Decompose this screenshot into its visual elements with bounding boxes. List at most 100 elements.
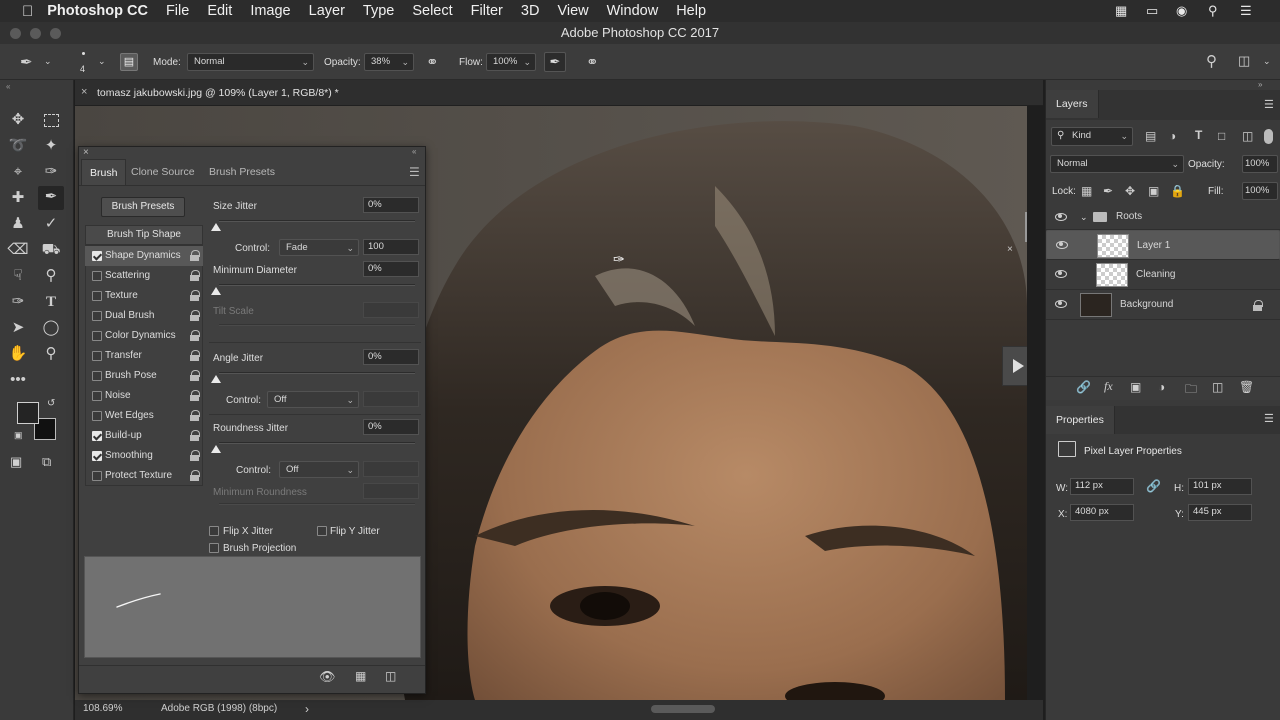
menu-view[interactable]: View <box>557 3 588 19</box>
angle-jitter-slider[interactable] <box>219 372 415 374</box>
search-icon[interactable]: ⚲ <box>1206 52 1217 70</box>
checkbox-brush-projection[interactable] <box>209 543 219 553</box>
link-layers-icon[interactable]: 🔗 <box>1076 380 1091 394</box>
lock-position-icon[interactable]: ✥ <box>1125 184 1135 198</box>
adjustment-layer-icon[interactable]: ◑ <box>1158 380 1165 394</box>
angle-jitter-input[interactable]: 0% <box>363 349 419 365</box>
quick-selection-tool-icon[interactable]: ✦ <box>40 135 62 157</box>
lock-icon[interactable] <box>190 310 200 321</box>
clone-stamp-tool-icon[interactable]: ♟ <box>7 213 29 235</box>
checkbox-noise[interactable] <box>92 391 102 401</box>
layer-filter-kind-select[interactable]: ⚲ Kind ⌄ <box>1051 127 1133 146</box>
filter-toggle-icon[interactable] <box>1264 129 1273 144</box>
option-shape-dynamics[interactable]: Shape Dynamics <box>85 246 203 266</box>
y-input[interactable]: 445 px <box>1188 504 1252 521</box>
size-jitter-input[interactable]: 0% <box>363 197 419 213</box>
collapse-icon[interactable]: « <box>6 82 10 91</box>
layer-row-background[interactable]: Background <box>1046 290 1280 320</box>
hand-tool-icon[interactable]: ✋ <box>7 343 29 365</box>
brush-tool-icon[interactable]: ✒ <box>38 186 64 210</box>
workspace-icon[interactable]: ◫ <box>1238 53 1250 69</box>
screen-record-icon[interactable]: ◉ <box>1176 3 1187 19</box>
filter-pixel-icon[interactable]: ▤ <box>1145 129 1156 143</box>
history-brush-tool-icon[interactable]: ✓ <box>40 213 62 235</box>
chevron-down-icon[interactable]: ⌄ <box>1080 204 1088 230</box>
zoom-window-button[interactable] <box>50 28 61 39</box>
menu-window[interactable]: Window <box>607 3 659 19</box>
checkbox-texture[interactable] <box>92 291 102 301</box>
menu-3d[interactable]: 3D <box>521 3 540 19</box>
marquee-tool-icon[interactable] <box>40 109 62 131</box>
new-group-icon[interactable]: 🗀 <box>1185 380 1197 401</box>
toggle-live-tip-icon[interactable]: 👁 <box>319 669 336 685</box>
brush-tip-shape-item[interactable]: Brush Tip Shape <box>85 225 203 245</box>
lock-icon[interactable] <box>190 330 200 341</box>
lock-image-icon[interactable]: ✒ <box>1103 184 1113 198</box>
crop-tool-icon[interactable]: ⌖ <box>7 161 29 183</box>
checkbox-smoothing[interactable] <box>92 451 102 461</box>
panel-menu-icon[interactable]: ☰ <box>1264 98 1274 111</box>
layer-row-roots[interactable]: ⌄ Roots <box>1046 204 1280 230</box>
filter-adjustment-icon[interactable]: ◑ <box>1169 129 1176 143</box>
screen-mode-icon[interactable]: ⧉ <box>42 454 51 470</box>
lock-icon[interactable] <box>190 270 200 281</box>
add-mask-icon[interactable]: ▣ <box>1130 380 1141 394</box>
move-tool-icon[interactable]: ✥ <box>7 109 29 131</box>
new-layer-icon[interactable]: ◫ <box>1212 380 1223 394</box>
x-input[interactable]: 4080 px <box>1070 504 1134 521</box>
brush-tool-icon[interactable]: ✒ <box>20 53 33 71</box>
option-noise[interactable]: Noise <box>85 386 203 406</box>
fx-icon[interactable]: fx <box>1104 379 1113 394</box>
lock-icon[interactable] <box>190 390 200 401</box>
chevron-down-icon[interactable]: ⌄ <box>44 56 52 67</box>
option-build-up[interactable]: Build-up <box>85 426 203 446</box>
roundness-jitter-input[interactable]: 0% <box>363 419 419 435</box>
status-menu-chevron-icon[interactable]: › <box>305 700 309 718</box>
checkbox-brush-pose[interactable] <box>92 371 102 381</box>
menu-app-name[interactable]: Photoshop CC <box>47 3 148 19</box>
brush-tip-preview[interactable] <box>82 52 85 55</box>
checkbox-transfer[interactable] <box>92 351 102 361</box>
close-icon[interactable]: × <box>83 147 89 158</box>
trash-icon[interactable]: 🗑 <box>1239 380 1254 394</box>
filter-smart-object-icon[interactable]: ◫ <box>1242 129 1253 143</box>
control2-select[interactable]: Off ⌄ <box>267 391 359 408</box>
roundness-jitter-slider-thumb[interactable] <box>211 445 221 453</box>
fade-steps-input[interactable]: 100 <box>363 239 419 255</box>
airplay-icon[interactable]: ▭ <box>1146 3 1158 19</box>
close-icon[interactable]: × <box>1007 244 1013 255</box>
swap-colors-icon[interactable]: ↺ <box>47 398 55 409</box>
path-selection-tool-icon[interactable]: ➤ <box>7 317 29 339</box>
checkbox-protect-texture[interactable] <box>92 471 102 481</box>
lock-icon[interactable] <box>190 370 200 381</box>
tab-properties[interactable]: Properties <box>1046 406 1115 434</box>
close-tab-icon[interactable]: × <box>81 86 87 98</box>
lock-icon[interactable] <box>190 470 200 481</box>
layer-row-cleaning[interactable]: Cleaning <box>1046 260 1280 290</box>
menu-select[interactable]: Select <box>412 3 452 19</box>
option-color-dynamics[interactable]: Color Dynamics <box>85 326 203 346</box>
menu-type[interactable]: Type <box>363 3 394 19</box>
height-input[interactable]: 101 px <box>1188 478 1252 495</box>
lock-icon[interactable] <box>190 430 200 441</box>
lock-transparent-icon[interactable]: ▦ <box>1081 184 1092 198</box>
option-dual-brush[interactable]: Dual Brush <box>85 306 203 326</box>
airbrush-icon[interactable]: ✒ <box>544 52 566 72</box>
menu-file[interactable]: File <box>166 3 189 19</box>
checkbox-scattering[interactable] <box>92 271 102 281</box>
lock-all-icon[interactable]: 🔒 <box>1170 184 1185 198</box>
visibility-eye-icon[interactable] <box>1055 270 1067 278</box>
menu-image[interactable]: Image <box>250 3 290 19</box>
visibility-eye-icon[interactable] <box>1055 300 1067 308</box>
option-brush-pose[interactable]: Brush Pose <box>85 366 203 386</box>
visibility-eye-icon[interactable] <box>1055 213 1067 221</box>
dodge-tool-icon[interactable]: ⚲ <box>40 265 62 287</box>
expand-icon[interactable]: » <box>1258 80 1262 89</box>
filter-type-icon[interactable]: T <box>1195 128 1202 142</box>
zoom-tool-icon[interactable]: ⚲ <box>40 343 62 365</box>
lock-icon[interactable] <box>190 250 200 261</box>
flow-input[interactable]: 100% ⌄ <box>486 53 536 71</box>
brush-panel-toggle-icon[interactable]: ▤ <box>120 53 138 71</box>
min-diameter-slider-thumb[interactable] <box>211 287 221 295</box>
menu-filter[interactable]: Filter <box>471 3 503 19</box>
